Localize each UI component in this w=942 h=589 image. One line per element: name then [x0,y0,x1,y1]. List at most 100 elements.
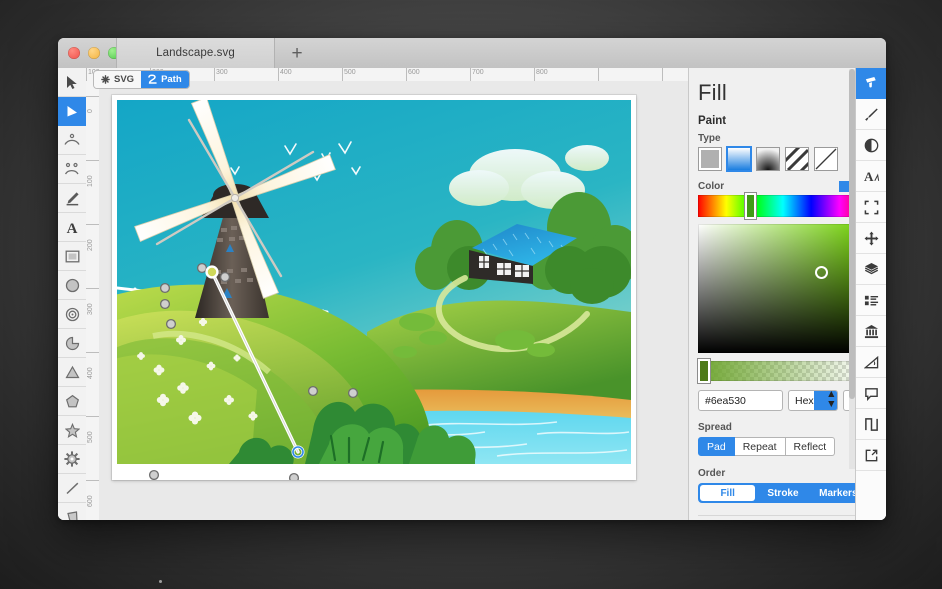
pencil-tool[interactable] [58,184,86,213]
path-effects-panel-button[interactable] [856,409,886,440]
new-tab-button[interactable]: + [275,38,319,68]
spread-option-repeat[interactable]: Repeat [734,437,786,456]
rectangle-tool[interactable] [58,242,86,271]
move-arrows-icon [864,231,879,246]
select-tool[interactable] [58,68,86,97]
objects-panel-button[interactable] [856,285,886,316]
document-tab[interactable]: Landscape.svg [116,38,275,68]
color-label: Color [698,180,725,192]
text-panel-button[interactable]: A [856,161,886,192]
brush-icon [864,107,879,122]
polyline-tool[interactable] [58,503,86,520]
breadcrumb-label-svg: SVG [114,74,135,85]
paint-type-flat-color[interactable] [698,147,722,171]
ruler-h-tick: 500 [344,69,356,76]
order-option-stroke[interactable]: Stroke [755,485,810,501]
triangle-ruler-icon [863,355,879,370]
window-body: A SVG Path 300 400 500 600 700 800 0 100… [58,68,886,520]
document-panel-button[interactable] [856,316,886,347]
application-window: Landscape.svg + A SVG Path 300 400 500 6… [58,38,886,520]
ruler-v-tick: 600 [87,495,94,507]
type-label: Type [698,133,721,144]
desktop-background: Landscape.svg + A SVG Path 300 400 500 6… [0,0,942,589]
text-tool[interactable]: A [58,213,86,242]
window-controls [68,47,120,59]
close-button[interactable] [68,47,80,59]
arc-tool[interactable] [58,329,86,358]
measure-panel-button[interactable] [856,347,886,378]
export-arrow-icon [864,448,879,463]
ruler-v-tick: 400 [87,367,94,379]
paint-section-heading: Paint [698,115,727,127]
gear-tool[interactable] [58,445,86,474]
paint-brush-wide-icon [864,76,879,91]
inspector-panel: Fill Paint Type Color #6ea530 Hex ▲ ▼ Sp… [688,68,886,520]
breadcrumb-label-path: Path [161,74,182,85]
spray-tool[interactable] [58,155,86,184]
ellipse-tool[interactable] [58,271,86,300]
hue-slider[interactable] [698,193,868,219]
saturation-value-field[interactable] [698,224,868,353]
breadcrumb-item-path[interactable]: Path [141,71,189,88]
stroke-style-panel-button[interactable] [856,99,886,130]
ruler-h-tick: 700 [472,69,484,76]
paint-type-pattern[interactable] [785,147,809,171]
alpha-slider[interactable] [698,359,868,383]
section-divider [698,515,868,516]
hue-slider-thumb[interactable] [745,193,756,219]
pentagon-tool[interactable] [58,387,86,416]
align-panel-button[interactable] [856,223,886,254]
hex-input[interactable]: #6ea530 [698,390,783,411]
spiral-tool[interactable] [58,300,86,329]
ruler-v-tick: 0 [87,109,94,113]
star-tool[interactable] [58,416,86,445]
layers-stack-icon [864,262,879,277]
square-wave-icon [864,417,879,432]
svg-text:A: A [864,169,874,184]
tool-rail: A [58,68,87,520]
notes-panel-button[interactable] [856,378,886,409]
breadcrumb-item-svg[interactable]: SVG [94,71,142,88]
document-page[interactable] [112,95,636,480]
chevron-updown-icon[interactable]: ▲ ▼ [813,391,837,410]
spread-label: Spread [698,422,732,433]
text-a-small-icon: A [863,169,880,184]
ruler-v-tick: 300 [87,303,94,315]
ruler-h-tick: 400 [280,69,292,76]
paint-type-radial-gradient[interactable] [756,147,780,171]
vertical-ruler[interactable]: 0 100 200 300 400 500 600 [86,81,100,520]
spread-option-pad[interactable]: Pad [698,437,735,456]
alpha-slider-thumb[interactable] [698,359,710,383]
ruler-v-tick: 100 [87,175,94,187]
minimize-button[interactable] [88,47,100,59]
landscape-illustration [117,100,631,464]
ruler-h-tick: 800 [536,69,548,76]
spread-option-reflect[interactable]: Reflect [785,437,836,456]
tweak-tool[interactable] [58,126,86,155]
export-panel-button[interactable] [856,440,886,471]
filters-panel-button[interactable] [856,130,886,161]
document-tab-label: Landscape.svg [156,47,235,59]
list-items-icon [864,293,879,308]
color-format-value: Hex [795,394,814,407]
asterisk-icon [101,75,110,84]
paint-type-none[interactable] [814,147,838,171]
color-value-row: #6ea530 Hex ▲ ▼ [698,390,868,411]
saturation-value-thumb[interactable] [815,266,828,279]
paint-type-group [698,147,868,171]
tab-strip: Landscape.svg + [116,38,886,68]
transform-panel-button[interactable] [856,192,886,223]
triangle-tool[interactable] [58,358,86,387]
order-segmented-control: Fill Stroke Markers [698,483,868,503]
breadcrumb: SVG Path [94,71,189,88]
paint-type-linear-gradient[interactable] [727,147,751,171]
desktop-dot [159,580,162,583]
canvas-area[interactable] [99,81,689,520]
fill-stroke-panel-button[interactable] [856,68,886,99]
color-format-select[interactable]: Hex ▲ ▼ [788,390,838,411]
layers-panel-button[interactable] [856,254,886,285]
node-tool[interactable] [58,97,86,126]
order-option-fill[interactable]: Fill [700,485,756,501]
speech-bubble-icon [864,386,879,401]
line-tool[interactable] [58,474,86,503]
